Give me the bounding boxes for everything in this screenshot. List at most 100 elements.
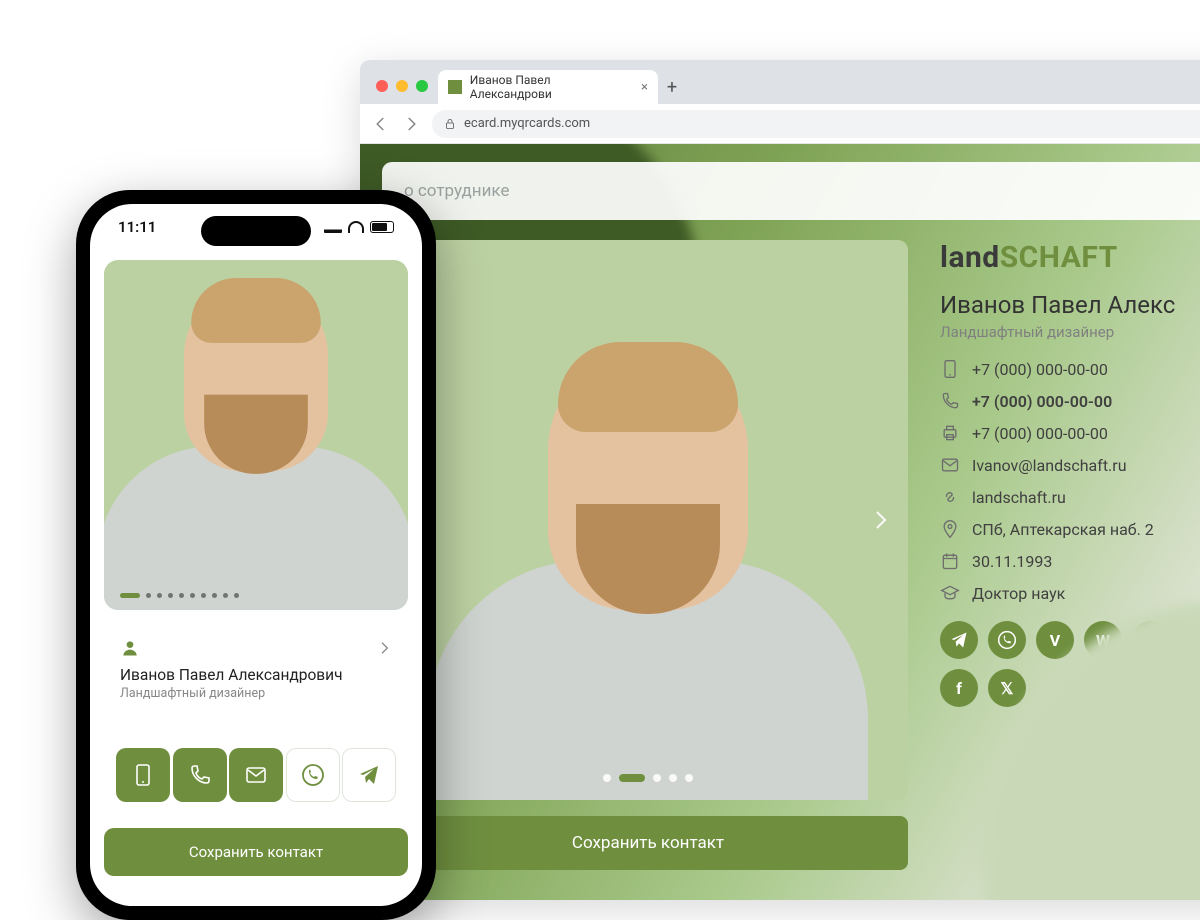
carousel-dot[interactable] [168, 593, 173, 598]
carousel-dot[interactable] [179, 593, 184, 598]
browser-window: Иванов Павел Александрови × + ecard.myqr… [360, 60, 1200, 900]
contact-mobile[interactable]: +7 (000) 000-00-00 [940, 359, 1200, 379]
telegram-icon [949, 630, 969, 650]
social-links: VWокST▶f𝕏 [940, 621, 1200, 707]
social-skype-button[interactable]: S [1180, 621, 1200, 659]
contact-panel: landSCHAFT Иванов Павел Алекс Ландшафтны… [940, 240, 1200, 707]
address-value: СПб, Аптекарская наб. 2 [972, 520, 1154, 539]
mobile-save-label: Сохранить контакт [189, 843, 323, 861]
battery-icon [370, 221, 394, 233]
carousel-dots[interactable] [603, 774, 693, 782]
mobile-photo-carousel[interactable] [104, 260, 408, 610]
action-phone-button[interactable] [173, 748, 227, 802]
carousel-dot[interactable] [146, 593, 151, 598]
close-window-icon[interactable] [376, 80, 388, 92]
status-time: 11:11 [118, 218, 156, 236]
action-whatsapp-button[interactable] [286, 748, 340, 802]
mobile-role: Ландшафтный дизайнер [120, 686, 392, 701]
carousel-dot[interactable] [653, 774, 661, 782]
action-mobile-button[interactable] [116, 748, 170, 802]
phone-icon [188, 763, 212, 787]
person-icon [120, 638, 140, 658]
carousel-dot[interactable] [212, 593, 217, 598]
social-vk-button[interactable]: W [1084, 621, 1122, 659]
link-icon [940, 487, 960, 507]
telegram-icon [357, 763, 381, 787]
brand-part1: land [940, 240, 1000, 275]
chevron-right-icon[interactable] [376, 640, 392, 656]
tab-close-icon[interactable]: × [641, 80, 648, 95]
social-viber-button[interactable]: V [1036, 621, 1074, 659]
social-facebook-button[interactable]: f [940, 669, 978, 707]
forward-icon[interactable] [402, 115, 420, 133]
degree-value: Доктор наук [972, 584, 1065, 603]
mobile-icon [131, 763, 155, 787]
social-x-button[interactable]: 𝕏 [988, 669, 1026, 707]
lock-icon [444, 118, 456, 130]
save-contact-button[interactable]: Сохранить контакт [388, 816, 908, 870]
carousel-dot[interactable] [201, 593, 206, 598]
carousel-dot[interactable] [157, 593, 162, 598]
zoom-window-icon[interactable] [416, 80, 428, 92]
carousel-dot[interactable] [120, 593, 140, 598]
action-telegram-button[interactable] [342, 748, 396, 802]
social-telegram-button[interactable] [940, 621, 978, 659]
contact-email[interactable]: Ivanov@landschaft.ru [940, 455, 1200, 475]
birth-value: 30.11.1993 [972, 552, 1052, 571]
calendar-icon [940, 551, 960, 571]
person-name: Иванов Павел Алекс [940, 291, 1200, 319]
mobile-value: +7 (000) 000-00-00 [972, 360, 1108, 379]
save-label: Сохранить контакт [572, 833, 724, 853]
tab-strip: Иванов Павел Александрови × + [360, 60, 1200, 104]
carousel-dot[interactable] [619, 774, 645, 782]
phone-icon [940, 391, 960, 411]
portrait [147, 280, 366, 532]
action-email-button[interactable] [229, 748, 283, 802]
email-icon [244, 763, 268, 787]
minimize-window-icon[interactable] [396, 80, 408, 92]
carousel-dot[interactable] [190, 593, 195, 598]
portrait [388, 240, 908, 800]
social-whatsapp-button[interactable] [988, 621, 1026, 659]
contact-phone[interactable]: +7 (000) 000-00-00 [940, 391, 1200, 411]
carousel-dot[interactable] [685, 774, 693, 782]
brand-part2: SCHAFT [1000, 240, 1118, 275]
brand-logo: landSCHAFT [940, 240, 1200, 275]
carousel-dot[interactable] [234, 593, 239, 598]
contact-fax[interactable]: +7 (000) 000-00-00 [940, 423, 1200, 443]
toolbar: ecard.myqrcards.com [360, 104, 1200, 144]
fax-value: +7 (000) 000-00-00 [972, 424, 1108, 443]
wifi-icon [348, 221, 364, 233]
new-tab-button[interactable]: + [658, 77, 686, 104]
contact-address[interactable]: СПб, Аптекарская наб. 2 [940, 519, 1200, 539]
mobile-save-button[interactable]: Сохранить контакт [104, 828, 408, 876]
carousel-next-button[interactable] [868, 508, 904, 532]
site-value: landschaft.ru [972, 488, 1066, 507]
mobile-info-card[interactable]: Иванов Павел Александрович Ландшафтный д… [104, 624, 408, 715]
mail-icon [940, 455, 960, 475]
mobile-name: Иванов Павел Александрович [120, 666, 392, 684]
mobile-carousel-dots[interactable] [120, 593, 239, 598]
carousel-dot[interactable] [223, 593, 228, 598]
page-topbar: о сотруднике [382, 162, 1200, 220]
person-role: Ландшафтный дизайнер [940, 323, 1200, 341]
phone-value: +7 (000) 000-00-00 [972, 392, 1112, 411]
whatsapp-icon [997, 630, 1017, 650]
social-ok-button[interactable]: ок [1132, 621, 1170, 659]
browser-tab[interactable]: Иванов Павел Александрови × [438, 70, 658, 104]
dynamic-island [201, 216, 311, 246]
contact-site[interactable]: landschaft.ru [940, 487, 1200, 507]
graduation-icon [940, 583, 960, 603]
fax-icon [940, 423, 960, 443]
signal-icon [324, 221, 342, 233]
address-bar[interactable]: ecard.myqrcards.com [432, 110, 1200, 138]
photo-carousel[interactable] [388, 240, 908, 800]
contact-degree: Доктор наук [940, 583, 1200, 603]
carousel-dot[interactable] [669, 774, 677, 782]
mobile-icon [940, 359, 960, 379]
carousel-dot[interactable] [603, 774, 611, 782]
window-controls[interactable] [370, 80, 438, 104]
back-icon[interactable] [372, 115, 390, 133]
phone-mock: 11:11 Иванов Павел Александрович Ландшаф… [76, 190, 436, 920]
phone-screen: 11:11 Иванов Павел Александрович Ландшаф… [90, 204, 422, 906]
